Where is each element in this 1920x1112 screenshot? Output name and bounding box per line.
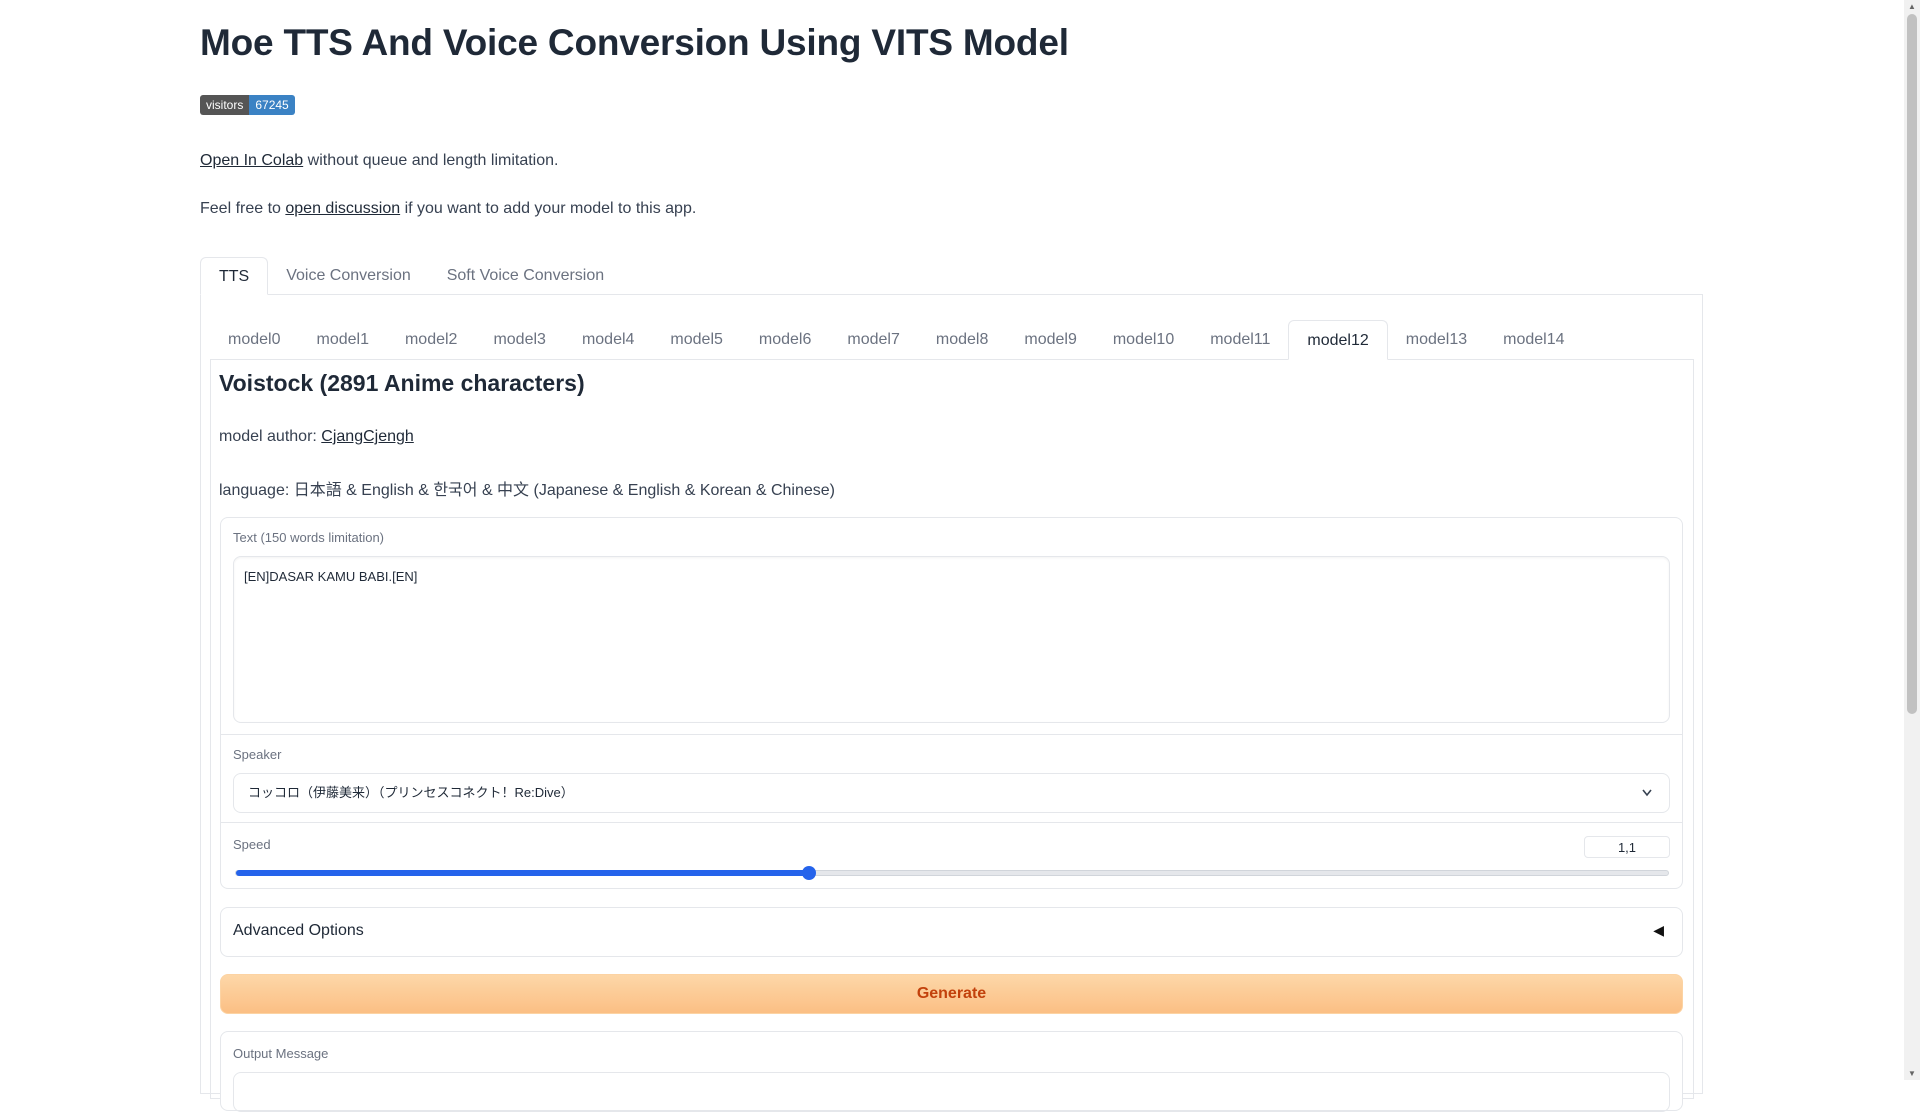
input-group: Text (150 words limitation) [EN]DASAR KA… — [220, 517, 1683, 889]
tab-model10[interactable]: model10 — [1095, 320, 1192, 360]
model-author-label: model author: — [219, 428, 322, 445]
discussion-note-text: if you want to add your model to this ap… — [400, 200, 697, 217]
speed-number-input[interactable]: 1,1 — [1584, 836, 1670, 858]
speed-block: Speed 1,1 — [221, 823, 1682, 890]
page-scrollbar[interactable]: ▲ ▼ — [1904, 0, 1920, 1080]
colab-note-text: without queue and length limitation. — [303, 152, 559, 169]
main-tabs: TTS Voice Conversion Soft Voice Conversi… — [200, 257, 622, 295]
tab-model12[interactable]: model12 — [1288, 320, 1388, 360]
speed-slider-fill — [236, 870, 809, 876]
tab-model13[interactable]: model13 — [1388, 320, 1485, 360]
speaker-selected-value: コッコロ（伊藤美来）（プリンセスコネクト！Re:Dive） — [248, 785, 574, 800]
scroll-up-arrow-icon[interactable]: ▲ — [1908, 2, 1916, 11]
speaker-dropdown[interactable]: コッコロ（伊藤美来）（プリンセスコネクト！Re:Dive） — [233, 773, 1670, 813]
tab-model6[interactable]: model6 — [741, 320, 829, 360]
speed-slider-thumb[interactable] — [801, 866, 816, 880]
model-name: Voistock (2891 Anime characters) — [219, 370, 585, 396]
text-input-label: Text (150 words limitation) — [233, 530, 384, 545]
chevron-down-icon — [1641, 774, 1653, 827]
tab-voice-conversion[interactable]: Voice Conversion — [268, 257, 429, 295]
caret-left-icon: ◀ — [1653, 922, 1664, 938]
speaker-label: Speaker — [233, 747, 282, 762]
speaker-block: Speaker コッコロ（伊藤美来）（プリンセスコネクト！Re:Dive） — [221, 735, 1682, 823]
colab-note: Open In Colab without queue and length l… — [200, 152, 558, 170]
generate-button[interactable]: Generate — [220, 974, 1683, 1014]
model-author-link[interactable]: CjangCjengh — [321, 428, 414, 445]
tab-model1[interactable]: model1 — [298, 320, 386, 360]
visitors-badge-count: 67245 — [249, 95, 295, 115]
tab-model14[interactable]: model14 — [1485, 320, 1582, 360]
model-author: model author: CjangCjengh — [219, 428, 414, 446]
tab-model0[interactable]: model0 — [210, 320, 298, 360]
open-discussion-link[interactable]: open discussion — [285, 200, 400, 217]
tab-model3[interactable]: model3 — [475, 320, 563, 360]
text-input[interactable]: [EN]DASAR KAMU BABI.[EN] — [233, 556, 1670, 723]
page-title: Moe TTS And Voice Conversion Using VITS … — [200, 22, 1069, 63]
output-message-panel: Output Message — [220, 1031, 1683, 1112]
visitors-badge-label: visitors — [200, 95, 250, 115]
scrollbar-thumb[interactable] — [1907, 14, 1917, 714]
speed-slider[interactable] — [235, 866, 1669, 880]
text-block: Text (150 words limitation) [EN]DASAR KA… — [221, 518, 1682, 735]
tab-tts[interactable]: TTS — [200, 257, 269, 295]
tab-model5[interactable]: model5 — [652, 320, 740, 360]
tab-model9[interactable]: model9 — [1006, 320, 1094, 360]
advanced-options-label: Advanced Options — [233, 922, 364, 939]
tab-model8[interactable]: model8 — [918, 320, 1006, 360]
discussion-note-prefix: Feel free to — [200, 200, 286, 217]
visitors-badge: visitors 67245 — [200, 95, 295, 115]
output-message-field — [233, 1072, 1670, 1112]
scroll-down-arrow-icon[interactable]: ▼ — [1908, 1069, 1916, 1078]
open-in-colab-link[interactable]: Open In Colab — [200, 152, 303, 169]
tab-soft-voice-conversion[interactable]: Soft Voice Conversion — [429, 257, 622, 295]
model-tabs: model0 model1 model2 model3 model4 model… — [210, 320, 1583, 360]
model-language: language: 日本語 & English & 한국어 & 中文 (Japa… — [219, 482, 836, 499]
advanced-options-accordion[interactable]: Advanced Options ◀ — [220, 907, 1683, 957]
speed-label: Speed — [233, 837, 271, 852]
discussion-note: Feel free to open discussion if you want… — [200, 200, 696, 218]
tab-model2[interactable]: model2 — [387, 320, 475, 360]
output-message-label: Output Message — [233, 1046, 329, 1061]
tab-model4[interactable]: model4 — [564, 320, 652, 360]
tab-model11[interactable]: model11 — [1192, 320, 1288, 360]
tab-model7[interactable]: model7 — [829, 320, 917, 360]
